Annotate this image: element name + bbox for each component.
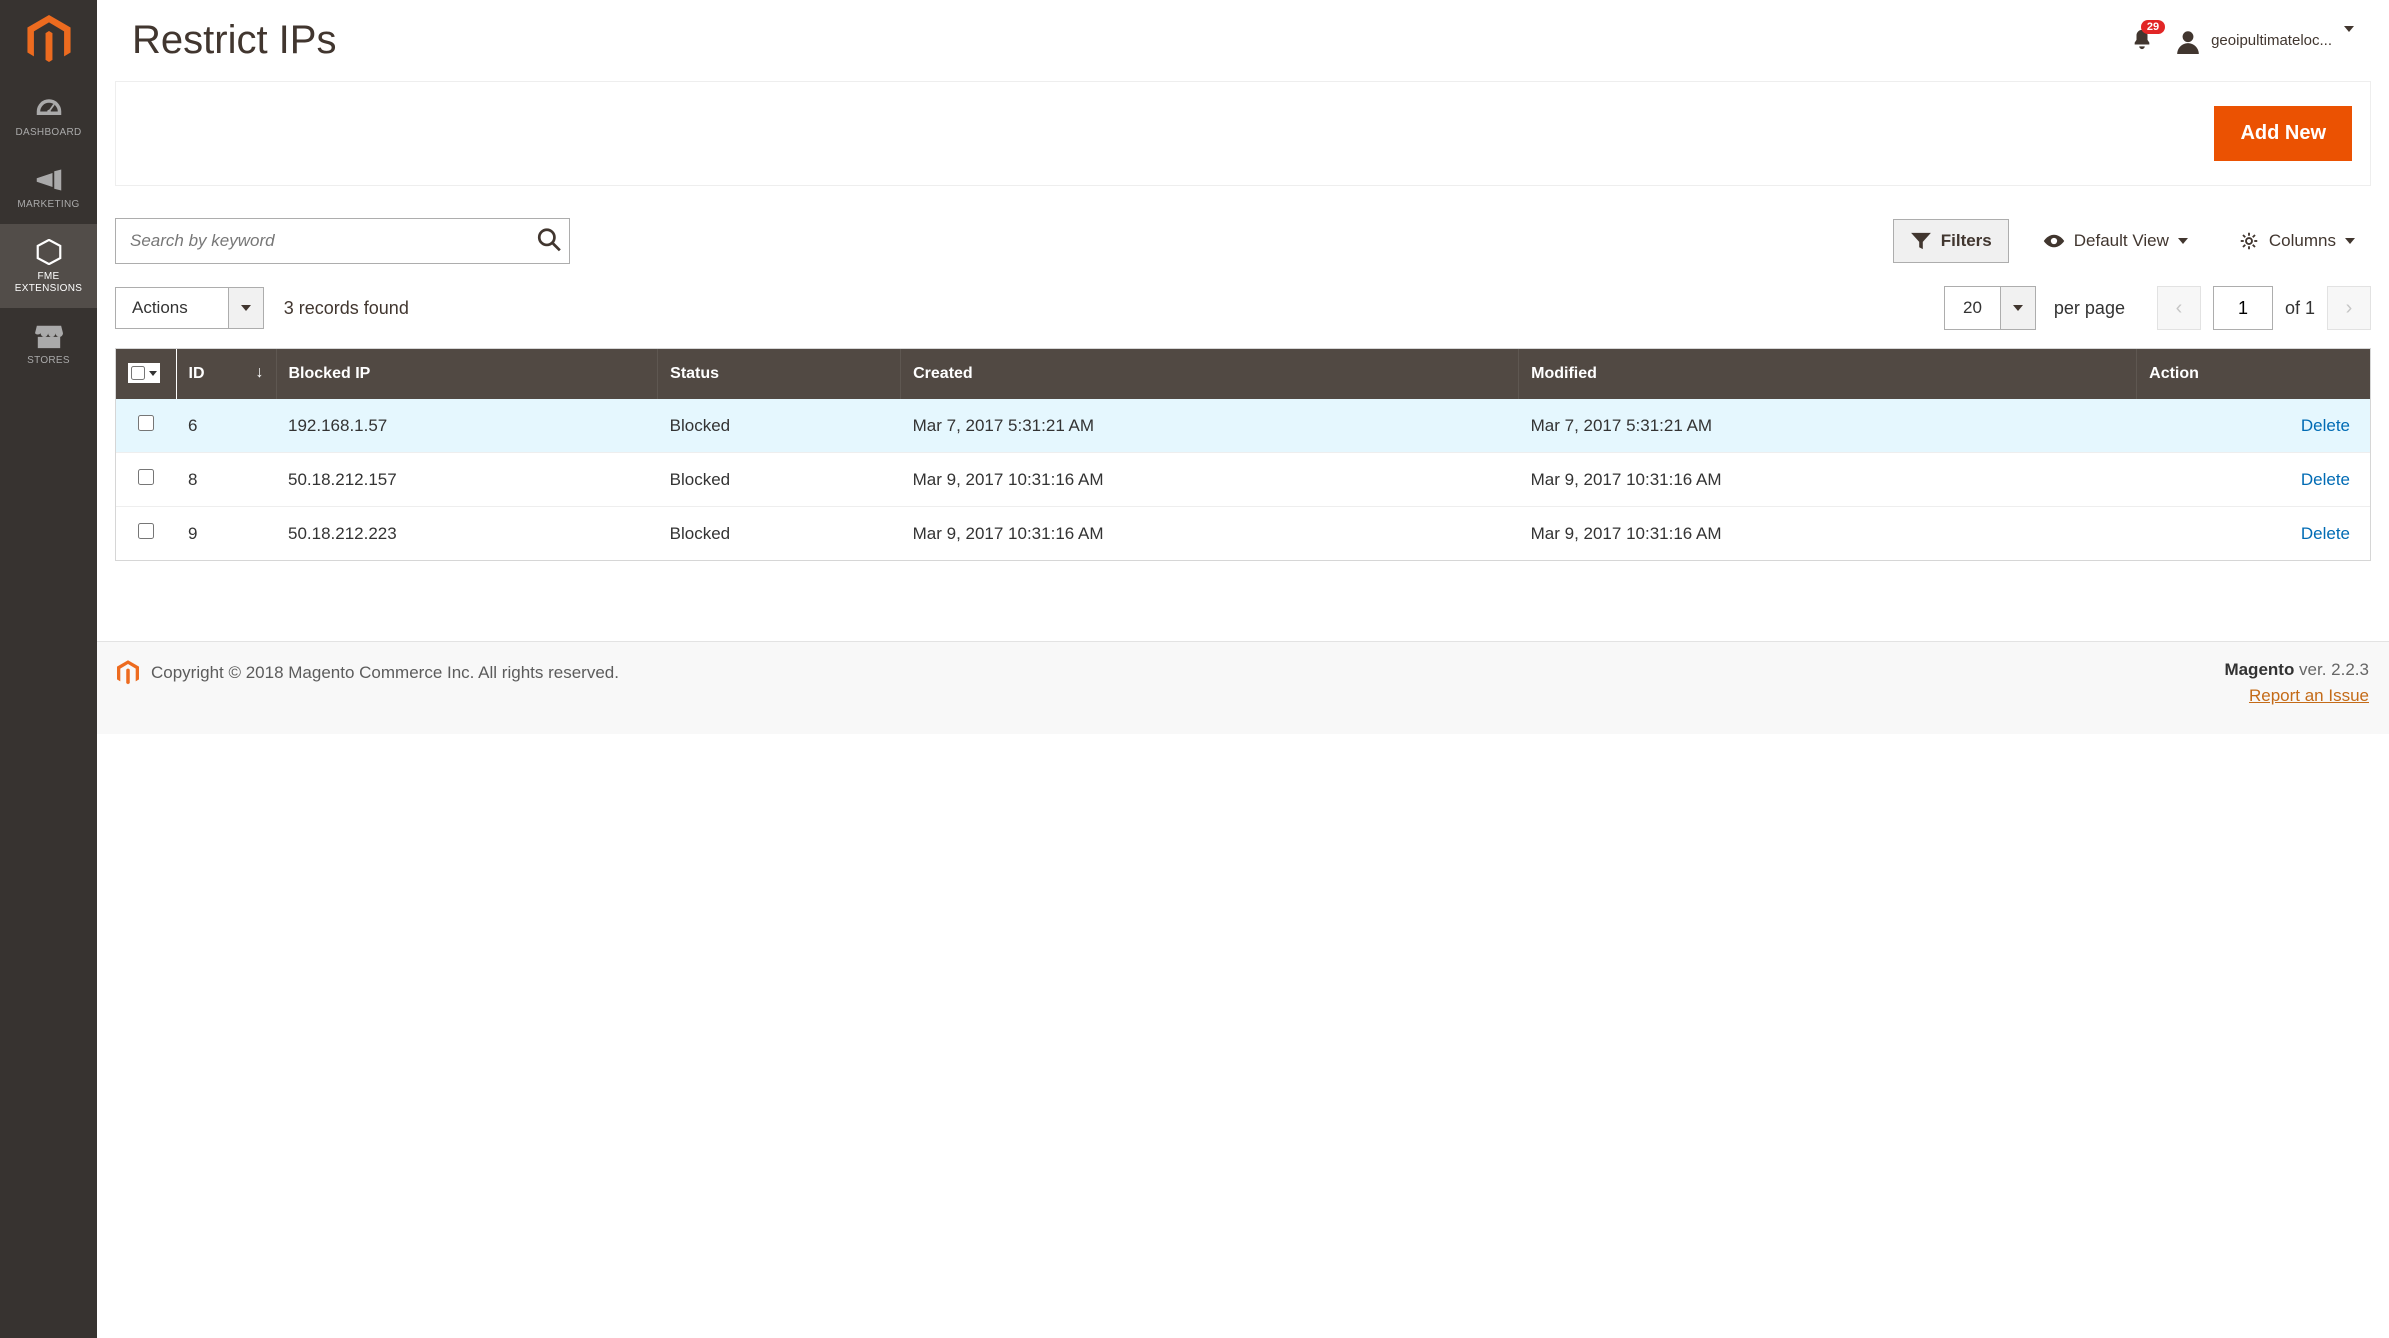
notification-count: 29 xyxy=(2141,20,2165,34)
column-action: Action xyxy=(2137,349,2370,399)
cell-ip: 50.18.212.223 xyxy=(276,507,658,561)
report-issue-link[interactable]: Report an Issue xyxy=(2249,686,2369,706)
column-created[interactable]: Created xyxy=(901,349,1519,399)
records-found: 3 records found xyxy=(284,298,409,319)
page-of-label: of 1 xyxy=(2285,298,2315,319)
select-all-checkbox[interactable] xyxy=(131,366,145,380)
sidebar-item-label: DASHBOARD xyxy=(15,127,81,139)
main-content: Restrict IPs 29 geoipultimateloc... Add … xyxy=(97,0,2389,1338)
delete-link[interactable]: Delete xyxy=(2301,524,2350,543)
actions-toggle[interactable] xyxy=(228,287,264,329)
default-view-button[interactable]: Default View xyxy=(2027,220,2204,262)
search-button[interactable] xyxy=(536,227,562,256)
cell-created: Mar 9, 2017 10:31:16 AM xyxy=(901,453,1519,507)
sidebar-item-label: MARKETING xyxy=(17,199,79,211)
chevron-down-icon xyxy=(2345,238,2355,244)
default-view-label: Default View xyxy=(2074,231,2169,251)
row-checkbox[interactable] xyxy=(138,523,154,539)
funnel-icon xyxy=(1910,232,1932,250)
magento-logo[interactable] xyxy=(0,0,97,80)
pager: 20 per page ‹ of 1 › xyxy=(1944,286,2371,330)
per-page-select[interactable]: 20 xyxy=(1944,286,2036,330)
action-bar: Add New xyxy=(115,81,2371,186)
select-all-header[interactable] xyxy=(116,349,176,399)
user-icon xyxy=(2175,28,2201,54)
cell-status: Blocked xyxy=(658,399,901,453)
sort-desc-icon: ↓ xyxy=(256,364,264,382)
header-row: ID ↓ Blocked IP Status Created Modified … xyxy=(116,349,2370,399)
table-row[interactable]: 6 192.168.1.57 Blocked Mar 7, 2017 5:31:… xyxy=(116,399,2370,453)
per-page-value: 20 xyxy=(1944,286,2000,330)
cell-status: Blocked xyxy=(658,453,901,507)
notifications-button[interactable]: 29 xyxy=(2131,28,2153,53)
next-page-button[interactable]: › xyxy=(2327,286,2371,330)
chevron-down-icon xyxy=(241,305,251,311)
hexagon-icon xyxy=(35,239,63,265)
column-id[interactable]: ID ↓ xyxy=(176,349,276,399)
chevron-down-icon xyxy=(2178,238,2188,244)
prev-page-button[interactable]: ‹ xyxy=(2157,286,2201,330)
data-grid: ID ↓ Blocked IP Status Created Modified … xyxy=(115,348,2371,561)
per-page-label: per page xyxy=(2054,298,2125,319)
sidebar-item-dashboard[interactable]: DASHBOARD xyxy=(0,80,97,152)
sidebar-item-stores[interactable]: STORES xyxy=(0,308,97,380)
filters-label: Filters xyxy=(1941,231,1992,251)
delete-link[interactable]: Delete xyxy=(2301,416,2350,435)
column-blocked-ip[interactable]: Blocked IP xyxy=(276,349,658,399)
table-row[interactable]: 9 50.18.212.223 Blocked Mar 9, 2017 10:3… xyxy=(116,507,2370,561)
copyright-text: Copyright © 2018 Magento Commerce Inc. A… xyxy=(151,663,619,683)
search-icon xyxy=(536,227,562,253)
actions-dropdown[interactable]: Actions xyxy=(115,287,264,329)
delete-link[interactable]: Delete xyxy=(2301,470,2350,489)
columns-label: Columns xyxy=(2269,231,2336,251)
cell-id: 9 xyxy=(176,507,276,561)
store-icon xyxy=(35,323,63,349)
cell-id: 6 xyxy=(176,399,276,453)
column-status[interactable]: Status xyxy=(658,349,901,399)
magento-logo-small xyxy=(117,660,139,686)
cell-status: Blocked xyxy=(658,507,901,561)
search-input[interactable] xyxy=(115,218,570,264)
sidebar-item-label: STORES xyxy=(27,355,70,367)
cell-ip: 50.18.212.157 xyxy=(276,453,658,507)
table-row[interactable]: 8 50.18.212.157 Blocked Mar 9, 2017 10:3… xyxy=(116,453,2370,507)
toolbar: Filters Default View Columns xyxy=(97,186,2389,274)
user-name: geoipultimateloc... xyxy=(2211,32,2332,49)
add-new-button[interactable]: Add New xyxy=(2214,106,2352,161)
chevron-down-icon xyxy=(149,371,157,376)
cell-modified: Mar 9, 2017 10:31:16 AM xyxy=(1519,507,2137,561)
gear-icon xyxy=(2238,232,2260,250)
sidebar-item-fme-extensions[interactable]: FME EXTENSIONS xyxy=(0,224,97,308)
column-modified[interactable]: Modified xyxy=(1519,349,2137,399)
sidebar-item-marketing[interactable]: MARKETING xyxy=(0,152,97,224)
page-input[interactable] xyxy=(2213,286,2273,330)
grid-toolbar: Actions 3 records found 20 per page ‹ of… xyxy=(97,274,2389,348)
cell-modified: Mar 7, 2017 5:31:21 AM xyxy=(1519,399,2137,453)
footer-version: ver. 2.2.3 xyxy=(2294,660,2369,679)
cell-id: 8 xyxy=(176,453,276,507)
sidebar-item-label: FME EXTENSIONS xyxy=(4,271,93,295)
eye-icon xyxy=(2043,232,2065,250)
per-page-toggle[interactable] xyxy=(2000,286,2036,330)
cell-created: Mar 9, 2017 10:31:16 AM xyxy=(901,507,1519,561)
sidebar: DASHBOARD MARKETING FME EXTENSIONS STORE… xyxy=(0,0,97,1338)
chevron-down-icon xyxy=(2344,32,2354,49)
cell-created: Mar 7, 2017 5:31:21 AM xyxy=(901,399,1519,453)
page-title: Restrict IPs xyxy=(132,18,2131,63)
columns-button[interactable]: Columns xyxy=(2222,220,2371,262)
page-header: Restrict IPs 29 geoipultimateloc... xyxy=(97,0,2389,81)
cell-ip: 192.168.1.57 xyxy=(276,399,658,453)
user-menu[interactable]: geoipultimateloc... xyxy=(2175,28,2354,54)
footer: Copyright © 2018 Magento Commerce Inc. A… xyxy=(97,641,2389,734)
actions-label: Actions xyxy=(115,287,228,329)
gauge-icon xyxy=(35,95,63,121)
search-wrap xyxy=(115,218,570,264)
cell-modified: Mar 9, 2017 10:31:16 AM xyxy=(1519,453,2137,507)
megaphone-icon xyxy=(35,167,63,193)
footer-brand: Magento xyxy=(2224,660,2294,679)
row-checkbox[interactable] xyxy=(138,415,154,431)
row-checkbox[interactable] xyxy=(138,469,154,485)
chevron-down-icon xyxy=(2013,305,2023,311)
filters-button[interactable]: Filters xyxy=(1893,219,2009,263)
